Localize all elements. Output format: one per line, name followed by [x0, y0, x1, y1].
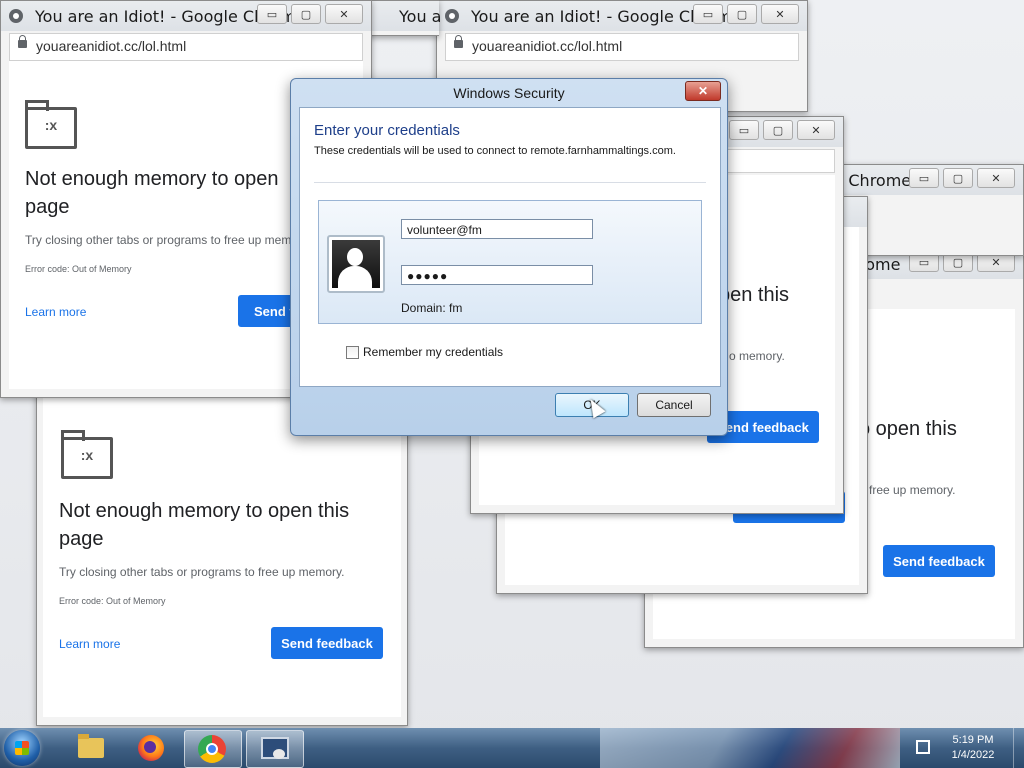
chrome-icon — [198, 735, 226, 763]
sad-folder-icon: :x — [25, 100, 77, 149]
learn-more-link[interactable]: Learn more — [59, 637, 120, 651]
taskbar-remote-desktop[interactable] — [246, 730, 304, 768]
send-feedback-button[interactable]: Send feedback — [271, 627, 383, 659]
credential-tile[interactable]: volunteer@fm ●●●●● Domain: fm — [318, 200, 702, 324]
sad-folder-icon: :x — [61, 430, 113, 479]
dialog-close-button[interactable]: ✕ — [685, 81, 721, 101]
remember-checkbox[interactable] — [346, 345, 359, 359]
titlebar[interactable]: You are an Idiot! - Google Chrome ▭ ▢ ✕ — [1, 1, 371, 31]
start-button[interactable] — [4, 730, 40, 766]
window-controls: ▭ ▢ ✕ — [257, 4, 363, 24]
taskbar-firefox[interactable] — [124, 730, 180, 766]
window-controls: ▭ ▢ ✕ — [693, 4, 799, 24]
lock-icon — [18, 35, 27, 48]
windows-security-dialog[interactable]: Windows Security ✕ Enter your credential… — [290, 78, 728, 436]
windows-logo-icon — [15, 741, 29, 755]
dialog-title: Windows Security — [453, 85, 565, 101]
error-title: o open this — [859, 418, 957, 440]
minimize-button[interactable]: ▭ — [729, 120, 759, 140]
close-button[interactable]: ✕ — [797, 120, 835, 140]
remember-credentials-row[interactable]: Remember my credentials — [346, 345, 503, 359]
lock-icon — [454, 35, 463, 48]
wallpaper-peek — [600, 728, 900, 768]
remote-desktop-icon — [261, 737, 289, 759]
divider — [314, 182, 706, 183]
chrome-window-behind[interactable]: You a — [366, 0, 442, 36]
address-bar[interactable]: youareanidiot.cc/lol.html — [9, 33, 363, 61]
error-title: pen this — [719, 284, 790, 306]
error-subtitle: o memory. — [729, 349, 785, 363]
page-content: :x Not enough memory to open this page T… — [43, 391, 401, 717]
send-feedback-button[interactable]: Send feedback — [883, 545, 995, 577]
chrome-favicon-icon — [9, 9, 23, 23]
taskbar-chrome[interactable] — [184, 730, 242, 768]
error-subtitle: Try closing other tabs or programs to fr… — [25, 233, 292, 247]
window-title: You a — [399, 7, 442, 26]
address-bar[interactable]: youareanidiot.cc/lol.html — [445, 33, 799, 61]
maximize-button[interactable]: ▢ — [763, 120, 793, 140]
close-button[interactable]: ✕ — [325, 4, 363, 24]
error-subtitle: free up memory. — [869, 483, 956, 497]
firefox-icon — [138, 735, 164, 761]
username-field[interactable]: volunteer@fm — [401, 219, 593, 239]
clock-time: 5:19 PM — [952, 734, 994, 746]
learn-more-link[interactable]: Learn more — [25, 305, 86, 319]
close-button[interactable]: ✕ — [761, 4, 799, 24]
close-button[interactable]: ✕ — [977, 168, 1015, 188]
minimize-button[interactable]: ▭ — [693, 4, 723, 24]
cancel-button[interactable]: Cancel — [637, 393, 711, 417]
minimize-button[interactable]: ▭ — [909, 168, 939, 188]
maximize-button[interactable]: ▢ — [727, 4, 757, 24]
dialog-description: These credentials will be used to connec… — [314, 145, 676, 157]
clock-date: 1/4/2022 — [951, 749, 995, 761]
dialog-heading: Enter your credentials — [314, 122, 460, 139]
network-icon[interactable] — [916, 740, 930, 754]
maximize-button[interactable]: ▢ — [291, 4, 321, 24]
error-code: Error code: Out of Memory — [59, 596, 166, 606]
domain-label: Domain: fm — [401, 301, 463, 315]
url-text: youareanidiot.cc/lol.html — [472, 38, 623, 54]
show-desktop-button[interactable] — [1013, 728, 1024, 768]
taskbar: 5:19 PM 1/4/2022 — [0, 728, 1024, 768]
error-title: Not enough memory to open page — [25, 168, 279, 218]
folder-icon — [78, 734, 104, 758]
taskbar-explorer[interactable] — [62, 730, 118, 766]
password-field[interactable]: ●●●●● — [401, 265, 593, 285]
url-text: youareanidiot.cc/lol.html — [36, 38, 187, 54]
error-subtitle: Try closing other tabs or programs to fr… — [59, 565, 345, 579]
dialog-body: Enter your credentials These credentials… — [299, 107, 721, 387]
error-code: Error code: Out of Memory — [25, 264, 132, 274]
chrome-favicon-icon — [445, 9, 459, 23]
window-controls: ▭ ▢ ✕ — [729, 120, 835, 140]
titlebar[interactable]: You are an Idiot! - Google Chrome ▭ ▢ ✕ — [437, 1, 807, 31]
error-title: Not enough memory to open this page — [59, 500, 350, 550]
remember-label: Remember my credentials — [363, 345, 504, 359]
titlebar[interactable]: You a — [367, 1, 442, 31]
dialog-footer: OK Cancel — [299, 385, 719, 431]
minimize-button[interactable]: ▭ — [257, 4, 287, 24]
user-avatar-icon — [327, 235, 385, 293]
clock[interactable]: 5:19 PM 1/4/2022 — [938, 733, 1008, 763]
maximize-button[interactable]: ▢ — [943, 168, 973, 188]
window-controls: ▭ ▢ ✕ — [909, 168, 1015, 188]
